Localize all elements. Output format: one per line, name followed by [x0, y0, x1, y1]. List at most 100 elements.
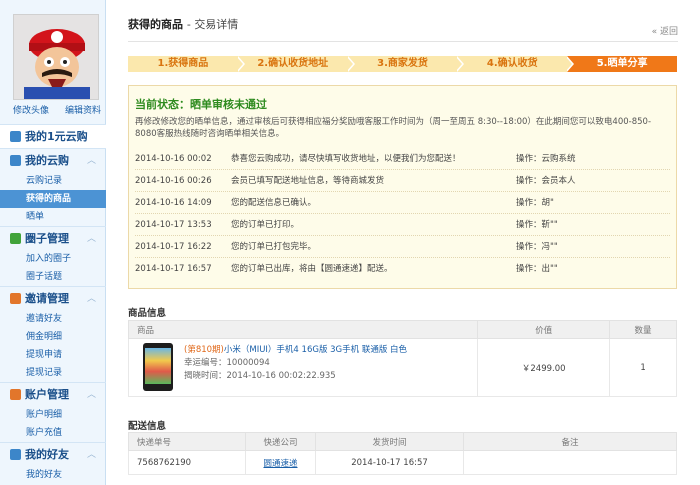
- sidebar-group-label: 我的好友: [25, 447, 69, 461]
- delivery-row: 7568762190 圆通速递 2014-10-17 16:57: [128, 450, 677, 475]
- step-label: 1.获得商品: [157, 58, 209, 69]
- tracking-number: 7568762190: [128, 450, 246, 475]
- chevron-up-icon: ︿: [86, 450, 96, 460]
- avatar[interactable]: [13, 14, 99, 100]
- sidebar-group-label: 圈子管理: [25, 231, 69, 245]
- sidebar-item-circle-topics[interactable]: 圈子话题: [0, 268, 106, 286]
- sidebar-home[interactable]: 我的1元云购: [0, 124, 106, 148]
- log-operator: 操作：云购系统: [516, 154, 576, 164]
- sidebar-item-won-goods[interactable]: 获得的商品: [0, 190, 106, 208]
- product-cell: (第810期)小米（MIUI）手机4 16G版 3G手机 联通版 白色 幸运编号…: [127, 338, 479, 397]
- log-time: 2014-10-17 16:22: [135, 242, 212, 252]
- sidebar-item-my-friends[interactable]: 我的好友: [0, 466, 106, 484]
- product-table: 商品 价值 数量 (第810期)小米（MIUI）手机4 16G版 3G手机 联通…: [127, 320, 677, 397]
- step-2: 2.确认收货地址: [237, 56, 355, 72]
- back-label: 返回: [659, 27, 678, 37]
- log-message: 您的配送信息已确认。: [231, 198, 317, 208]
- chevron-up-icon: ︿: [86, 294, 96, 304]
- ship-time: 2014-10-17 16:57: [315, 450, 464, 475]
- sidebar-group-circles[interactable]: 圈子管理 ︿: [0, 226, 106, 250]
- log-row: 2014-10-16 00:02 恭喜您云购成功，请尽快填写收货地址，以便我们为…: [135, 148, 670, 170]
- step-label: 2.确认收货地址: [257, 58, 329, 69]
- log-row: 2014-10-17 16:22 您的订单已打包完毕。 操作：冯"": [135, 236, 670, 258]
- sidebar-group-invites[interactable]: 邀请管理 ︿: [0, 286, 106, 310]
- log-message: 您的订单已打印。: [231, 220, 300, 230]
- log-time: 2014-10-17 13:53: [135, 220, 212, 230]
- divider: [128, 41, 678, 42]
- page-subtitle: 交易详情: [194, 18, 239, 31]
- log-operator: 操作：胡": [516, 198, 554, 208]
- page-title-text: 获得的商品: [128, 18, 183, 31]
- product-section-title: 商品信息: [128, 308, 167, 319]
- sidebar-nav: 我的1元云购 我的云购 ︿ 云购记录 获得的商品 晒单 圈子管理 ︿ 加入的圈子…: [0, 124, 106, 484]
- status-title: 当前状态：晒单审核未通过: [135, 98, 267, 111]
- ship-time-col-header: 发货时间: [315, 432, 464, 451]
- note-col-header: 备注: [463, 432, 677, 451]
- log-row: 2014-10-16 00:26 会员已填写配送地址信息，等待商城发货 操作：会…: [135, 170, 670, 192]
- log-operator: 操作：会员本人: [516, 176, 576, 186]
- plane-icon: [10, 155, 21, 166]
- main-content: 获得的商品 - 交易详情 « 返回 1.获得商品 2.确认收货地址 3.商家发货…: [107, 0, 700, 485]
- product-qty: 1: [609, 338, 677, 397]
- chevron-up-icon: ︿: [86, 234, 96, 244]
- product-name-link[interactable]: 小米（MIUI）手机4 16G版 3G手机 联通版 白色: [224, 345, 407, 355]
- product-name-line: (第810期)小米（MIUI）手机4 16G版 3G手机 联通版 白色: [184, 344, 407, 357]
- step-label: 5.晒单分享: [596, 58, 648, 69]
- product-lucky-number: 幸运编号：10000094: [184, 358, 270, 368]
- step-4: 4.确认收货: [457, 56, 575, 72]
- log-row: 2014-10-17 16:57 您的订单已出库，将由【圆通速递】配送。 操作：…: [135, 258, 670, 280]
- sidebar-group-friends[interactable]: 我的好友 ︿: [0, 442, 106, 466]
- log-time: 2014-10-16 00:02: [135, 154, 212, 164]
- product-reveal-time: 揭晓时间：2014-10-16 00:02:22.935: [184, 371, 336, 381]
- log-row: 2014-10-16 14:09 您的配送信息已确认。 操作：胡": [135, 192, 670, 214]
- product-issue-tag: (第810期): [184, 345, 224, 355]
- order-log: 2014-10-16 00:02 恭喜您云购成功，请尽快填写收货地址，以便我们为…: [135, 148, 670, 280]
- sidebar-item-invite-friends[interactable]: 邀请好友: [0, 310, 106, 328]
- sidebar-item-withdraw-apply[interactable]: 提现申请: [0, 346, 106, 364]
- sidebar-group-yungou[interactable]: 我的云购 ︿: [0, 148, 106, 172]
- sidebar-item-withdraw-records[interactable]: 提现记录: [0, 364, 106, 382]
- sidebar-item-records[interactable]: 云购记录: [0, 172, 106, 190]
- step-3: 3.商家发货: [347, 56, 465, 72]
- friends-icon: [10, 449, 21, 460]
- tracking-col-header: 快递单号: [128, 432, 246, 451]
- log-message: 您的订单已出库，将由【圆通速递】配送。: [231, 264, 393, 274]
- back-link[interactable]: « 返回: [652, 24, 678, 37]
- sidebar-item-recharge[interactable]: 账户充值: [0, 424, 106, 442]
- chevron-up-icon: ︿: [86, 156, 96, 166]
- log-time: 2014-10-16 00:26: [135, 176, 212, 186]
- sidebar-group-label: 我的云购: [25, 153, 69, 167]
- sidebar-item-joined-circles[interactable]: 加入的圈子: [0, 250, 106, 268]
- log-time: 2014-10-16 14:09: [135, 198, 212, 208]
- sidebar-group-account[interactable]: 账户管理 ︿: [0, 382, 106, 406]
- double-chevron-left-icon: «: [651, 27, 658, 37]
- gift-icon: [10, 293, 21, 304]
- step-1: 1.获得商品: [128, 56, 245, 72]
- sidebar-group-label: 邀请管理: [25, 291, 69, 305]
- home-icon: [10, 131, 21, 142]
- delivery-section-title: 配送信息: [128, 421, 167, 432]
- courier-link[interactable]: 圆通速递: [263, 459, 297, 469]
- sidebar-home-label: 我的1元云购: [25, 129, 88, 143]
- avatar-image: [14, 15, 98, 99]
- edit-avatar-link[interactable]: 修改头像: [13, 103, 49, 116]
- price-col-header: 价值: [477, 320, 611, 339]
- edit-profile-link[interactable]: 编辑资料: [65, 103, 101, 116]
- step-label: 4.确认收货: [486, 58, 538, 69]
- log-message: 会员已填写配送地址信息，等待商城发货: [231, 176, 385, 186]
- sidebar-item-share[interactable]: 晒单: [0, 208, 106, 226]
- product-row: (第810期)小米（MIUI）手机4 16G版 3G手机 联通版 白色 幸运编号…: [127, 338, 677, 397]
- chevron-up-icon: ︿: [86, 390, 96, 400]
- product-col-header: 商品: [127, 320, 479, 339]
- page-title: 获得的商品 - 交易详情: [128, 18, 239, 31]
- progress-steps: 1.获得商品 2.确认收货地址 3.商家发货 4.确认收货 5.晒单分享: [128, 56, 677, 72]
- product-image[interactable]: [143, 343, 173, 391]
- courier-col-header: 快递公司: [245, 432, 316, 451]
- delivery-note: [463, 450, 677, 475]
- qty-col-header: 数量: [609, 320, 677, 339]
- sidebar-item-account-detail[interactable]: 账户明细: [0, 406, 106, 424]
- product-price: ￥2499.00: [477, 338, 611, 397]
- log-operator: 操作：冯"": [516, 242, 558, 252]
- sidebar-item-commission[interactable]: 佣金明细: [0, 328, 106, 346]
- step-5-current: 5.晒单分享: [567, 56, 677, 72]
